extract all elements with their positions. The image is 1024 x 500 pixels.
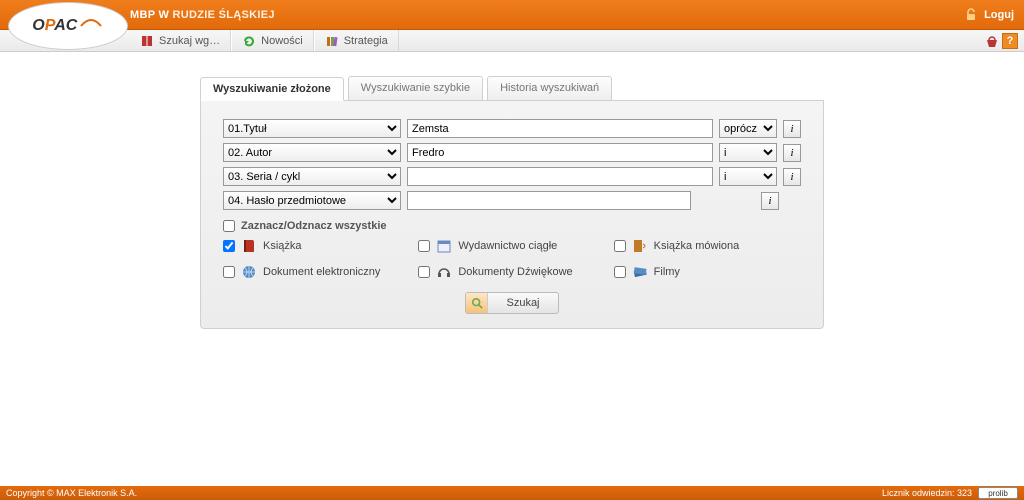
doctype-book: Książka bbox=[223, 238, 410, 254]
info-button[interactable]: i bbox=[783, 168, 801, 186]
doctype-checkbox[interactable] bbox=[223, 266, 235, 278]
library-city: RUDZIE ŚLĄSKIEJ bbox=[173, 9, 275, 21]
logo-letter: O bbox=[32, 17, 44, 34]
library-name: MBP W RUDZIE ŚLĄSKIEJ bbox=[130, 9, 275, 21]
logo-letter-accent: P bbox=[45, 17, 54, 34]
value-input-series[interactable] bbox=[407, 167, 713, 186]
prolib-logo: prolib bbox=[978, 487, 1018, 499]
field-select-author[interactable]: 02. Autor bbox=[223, 143, 401, 162]
search-row: 02. Autor i i bbox=[223, 143, 801, 162]
book-icon bbox=[241, 238, 257, 254]
field-select-title[interactable]: 01.Tytuł bbox=[223, 119, 401, 138]
toolbar-label: Nowości bbox=[261, 35, 303, 47]
doctype-checkbox[interactable] bbox=[614, 240, 626, 252]
operator-select[interactable]: i bbox=[719, 167, 777, 186]
headphones-icon bbox=[436, 264, 452, 280]
doctype-checkbox[interactable] bbox=[223, 240, 235, 252]
value-input-title[interactable] bbox=[407, 119, 713, 138]
tab-label: Wyszukiwanie szybkie bbox=[361, 82, 470, 94]
tab-label: Historia wyszukiwań bbox=[500, 82, 599, 94]
toolbar-search-by[interactable]: Szukaj wg… bbox=[130, 30, 231, 51]
doctype-serial: Wydawnictwo ciągłe bbox=[418, 238, 605, 254]
audiobook-icon bbox=[632, 238, 648, 254]
doctype-film: Filmy bbox=[614, 264, 801, 280]
globe-icon bbox=[241, 264, 257, 280]
unlock-icon bbox=[964, 8, 978, 22]
tab-quick-search[interactable]: Wyszukiwanie szybkie bbox=[348, 76, 483, 100]
help-button[interactable]: ? bbox=[1002, 33, 1018, 49]
doctype-label: Dokument elektroniczny bbox=[263, 266, 380, 278]
doctype-label: Filmy bbox=[654, 266, 680, 278]
book-icon bbox=[140, 34, 154, 48]
search-row: 03. Seria / cykl i i bbox=[223, 167, 801, 186]
basket-icon[interactable] bbox=[984, 34, 998, 48]
logo[interactable]: OPAC bbox=[8, 2, 128, 50]
books-icon bbox=[325, 34, 339, 48]
refresh-icon bbox=[242, 34, 256, 48]
operator-select[interactable]: i bbox=[719, 143, 777, 162]
info-button[interactable]: i bbox=[783, 144, 801, 162]
footer: Copyright © MAX Elektronik S.A. Licznik … bbox=[0, 486, 1024, 500]
value-input-author[interactable] bbox=[407, 143, 713, 162]
top-header: MBP W RUDZIE ŚLĄSKIEJ Loguj bbox=[0, 0, 1024, 30]
doctype-label: Książka mówiona bbox=[654, 240, 740, 252]
logo-letter: AC bbox=[54, 17, 77, 34]
value-input-subject[interactable] bbox=[407, 191, 691, 210]
info-button[interactable]: i bbox=[783, 120, 801, 138]
doctype-audiobook: Książka mówiona bbox=[614, 238, 801, 254]
login-button[interactable]: Loguj bbox=[964, 8, 1014, 22]
check-all-row: Zaznacz/Odznacz wszystkie bbox=[223, 220, 801, 232]
library-prefix: MBP W bbox=[130, 9, 169, 21]
search-row: 04. Hasło przedmiotowe i bbox=[223, 191, 801, 210]
calendar-icon bbox=[436, 238, 452, 254]
toolbar-label: Strategia bbox=[344, 35, 388, 47]
toolbar-strategy[interactable]: Strategia bbox=[314, 30, 399, 51]
visit-counter: Licznik odwiedzin: 323 bbox=[882, 488, 972, 498]
login-label: Loguj bbox=[984, 9, 1014, 21]
check-all-checkbox[interactable] bbox=[223, 220, 235, 232]
toolbar-news[interactable]: Nowości bbox=[231, 30, 314, 51]
tab-advanced-search[interactable]: Wyszukiwanie złożone bbox=[200, 77, 344, 101]
toolbar-label: Szukaj wg… bbox=[159, 35, 220, 47]
info-button[interactable]: i bbox=[761, 192, 779, 210]
search-icon bbox=[466, 293, 488, 313]
doctype-sound: Dokumenty Dźwiękowe bbox=[418, 264, 605, 280]
doctype-label: Książka bbox=[263, 240, 302, 252]
tab-history[interactable]: Historia wyszukiwań bbox=[487, 76, 612, 100]
doctype-checkbox[interactable] bbox=[418, 266, 430, 278]
doctype-checkbox[interactable] bbox=[614, 266, 626, 278]
copyright: Copyright © MAX Elektronik S.A. bbox=[6, 488, 137, 498]
doctype-label: Wydawnictwo ciągłe bbox=[458, 240, 557, 252]
search-button[interactable]: Szukaj bbox=[465, 292, 558, 314]
toolbar: Szukaj wg… Nowości Strategia ? bbox=[0, 30, 1024, 52]
doctype-grid: Książka Wydawnictwo ciągłe Książka mówio… bbox=[223, 238, 801, 280]
tab-label: Wyszukiwanie złożone bbox=[213, 83, 331, 95]
doctype-label: Dokumenty Dźwiękowe bbox=[458, 266, 572, 278]
search-row: 01.Tytuł oprócz i bbox=[223, 119, 801, 138]
logo-text: OPAC bbox=[32, 17, 104, 35]
film-icon bbox=[632, 264, 648, 280]
tabs: Wyszukiwanie złożone Wyszukiwanie szybki… bbox=[200, 76, 824, 101]
field-select-subject[interactable]: 04. Hasło przedmiotowe bbox=[223, 191, 401, 210]
operator-select[interactable]: oprócz bbox=[719, 119, 777, 138]
field-select-series[interactable]: 03. Seria / cykl bbox=[223, 167, 401, 186]
search-form: 01.Tytuł oprócz i 02. Autor i i 03. Seri… bbox=[200, 101, 824, 329]
doctype-checkbox[interactable] bbox=[418, 240, 430, 252]
search-button-label: Szukaj bbox=[488, 294, 557, 312]
check-all-label: Zaznacz/Odznacz wszystkie bbox=[241, 220, 387, 232]
doctype-electronic: Dokument elektroniczny bbox=[223, 264, 410, 280]
